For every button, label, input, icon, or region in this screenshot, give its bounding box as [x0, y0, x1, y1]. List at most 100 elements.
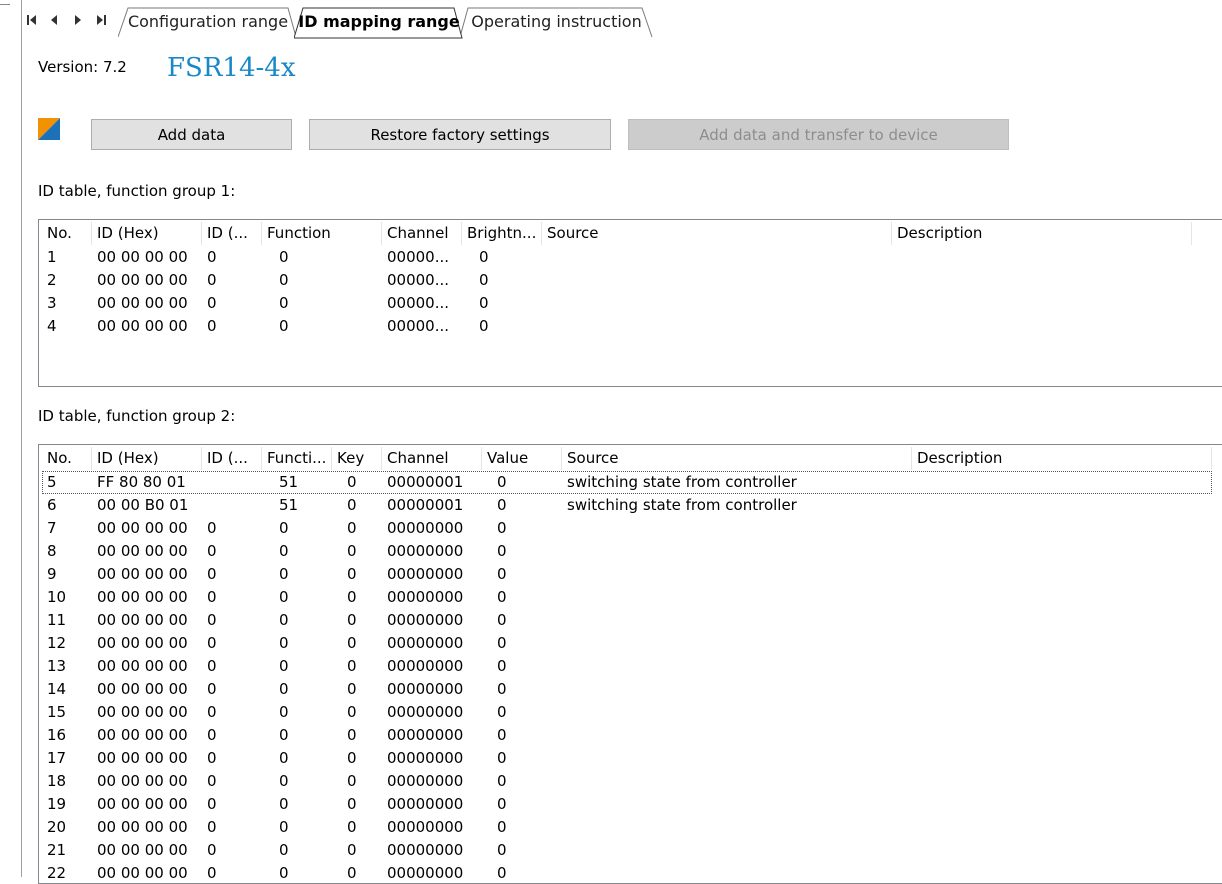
cell-key: 0: [347, 795, 357, 813]
cell-id-hex: 00 00 00 00: [97, 795, 188, 813]
header-col-function[interactable]: Function: [262, 222, 382, 245]
tab-label: Operating instruction: [471, 12, 642, 31]
cell-no: 14: [47, 680, 67, 698]
header-col-id-hex[interactable]: ID (Hex): [92, 222, 202, 245]
header-col-no[interactable]: No.: [42, 447, 92, 470]
table-row[interactable]: 9 00 00 00 00 0 0 0 00000000 0: [42, 563, 1212, 586]
table-row[interactable]: 4 00 00 00 00 0 0 00000... 0: [42, 315, 1212, 338]
cell-key: 0: [347, 841, 357, 859]
cell-value: 0: [497, 841, 507, 859]
cell-value: 0: [497, 473, 507, 491]
header-col-function[interactable]: Functi...: [262, 447, 332, 470]
cell-id-type: 0: [207, 248, 217, 266]
header-col-brightness[interactable]: Brightn...: [462, 222, 542, 245]
header-col-id-hex[interactable]: ID (Hex): [92, 447, 202, 470]
table-row[interactable]: 16 00 00 00 00 0 0 0 00000000 0: [42, 724, 1212, 747]
cell-value: 0: [497, 818, 507, 836]
cell-value: 0: [497, 588, 507, 606]
cell-channel: 00000...: [387, 271, 450, 289]
last-page-icon[interactable]: [91, 10, 111, 30]
add-data-button[interactable]: Add data: [91, 119, 292, 150]
header-col-id-type[interactable]: ID (...: [202, 447, 262, 470]
cell-channel: 00000000: [387, 772, 464, 790]
cell-id-hex: 00 00 00 00: [97, 726, 188, 744]
cell-value: 0: [497, 519, 507, 537]
table-row[interactable]: 21 00 00 00 00 0 0 0 00000000 0: [42, 839, 1212, 862]
tab-configuration-range[interactable]: Configuration range: [118, 7, 298, 38]
table-row[interactable]: 18 00 00 00 00 0 0 0 00000000 0: [42, 770, 1212, 793]
table-row[interactable]: 19 00 00 00 00 0 0 0 00000000 0: [42, 793, 1212, 816]
table-row[interactable]: 17 00 00 00 00 0 0 0 00000000 0: [42, 747, 1212, 770]
header-col-source[interactable]: Source: [542, 222, 892, 245]
group2-label: ID table, function group 2:: [38, 407, 236, 425]
header-col-description[interactable]: Description: [892, 222, 1192, 245]
header-col-description[interactable]: Description: [912, 447, 1212, 470]
restore-factory-settings-button[interactable]: Restore factory settings: [309, 119, 611, 150]
cell-id-hex: 00 00 00 00: [97, 657, 188, 675]
table-row[interactable]: 13 00 00 00 00 0 0 0 00000000 0: [42, 655, 1212, 678]
header-col-key[interactable]: Key: [332, 447, 382, 470]
first-page-icon[interactable]: [22, 10, 42, 30]
table-row[interactable]: 12 00 00 00 00 0 0 0 00000000 0: [42, 632, 1212, 655]
cell-id-type: 0: [207, 565, 217, 583]
id-table-group-2[interactable]: No. ID (Hex) ID (... Functi... Key Channel Val…: [38, 444, 1222, 884]
cell-id-hex: 00 00 00 00: [97, 519, 188, 537]
cell-function: 0: [279, 841, 289, 859]
cell-value: 0: [497, 864, 507, 882]
cell-value: 0: [497, 542, 507, 560]
cell-id-hex: 00 00 00 00: [97, 818, 188, 836]
table-row[interactable]: 2 00 00 00 00 0 0 00000... 0: [42, 269, 1212, 292]
cell-value: 0: [497, 496, 507, 514]
cell-value: 0: [497, 795, 507, 813]
header-col-channel[interactable]: Channel: [382, 222, 462, 245]
cell-function: 0: [279, 680, 289, 698]
cell-id-hex: 00 00 00 00: [97, 634, 188, 652]
cell-channel: 00000000: [387, 680, 464, 698]
cell-no: 9: [47, 565, 57, 583]
table-row[interactable]: 1 00 00 00 00 0 0 00000... 0: [42, 246, 1212, 269]
cell-no: 8: [47, 542, 57, 560]
cell-key: 0: [347, 657, 357, 675]
next-icon[interactable]: [68, 10, 88, 30]
cell-value: 0: [497, 634, 507, 652]
cell-function: 51: [279, 473, 299, 491]
cell-no: 2: [47, 271, 57, 289]
cell-id-hex: 00 00 00 00: [97, 542, 188, 560]
cell-key: 0: [347, 473, 357, 491]
tab-id-mapping-range[interactable]: ID mapping range: [294, 7, 464, 39]
table-row[interactable]: 14 00 00 00 00 0 0 0 00000000 0: [42, 678, 1212, 701]
cell-value: 0: [497, 611, 507, 629]
table-row[interactable]: 22 00 00 00 00 0 0 0 00000000 0: [42, 862, 1212, 883]
table-row[interactable]: 5 FF 80 80 01 51 0 00000001 0 switching state …: [42, 471, 1212, 494]
cell-key: 0: [347, 726, 357, 744]
tab-operating-instruction[interactable]: Operating instruction: [460, 7, 653, 38]
header-col-no[interactable]: No.: [42, 222, 92, 245]
eltako-logo-icon: [38, 118, 60, 140]
cell-channel: 00000000: [387, 703, 464, 721]
cell-id-hex: 00 00 00 00: [97, 680, 188, 698]
header-col-source[interactable]: Source: [562, 447, 912, 470]
previous-icon[interactable]: [44, 10, 64, 30]
table-row[interactable]: 20 00 00 00 00 0 0 0 00000000 0: [42, 816, 1212, 839]
table-row[interactable]: 7 00 00 00 00 0 0 0 00000000 0: [42, 517, 1212, 540]
cell-channel: 00000000: [387, 864, 464, 882]
table-row[interactable]: 8 00 00 00 00 0 0 0 00000000 0: [42, 540, 1212, 563]
cell-channel: 00000000: [387, 657, 464, 675]
cell-no: 7: [47, 519, 57, 537]
table-row[interactable]: 6 00 00 B0 01 51 0 00000001 0 switching state …: [42, 494, 1212, 517]
table-row[interactable]: 15 00 00 00 00 0 0 0 00000000 0: [42, 701, 1212, 724]
header-col-id-type[interactable]: ID (...: [202, 222, 262, 245]
table-row[interactable]: 11 00 00 00 00 0 0 0 00000000 0: [42, 609, 1212, 632]
cell-function: 0: [279, 294, 289, 312]
id-table-group-1[interactable]: No. ID (Hex) ID (... Function Channel Brightn…: [38, 219, 1222, 387]
header-col-value[interactable]: Value: [482, 447, 562, 470]
table-row[interactable]: 10 00 00 00 00 0 0 0 00000000 0: [42, 586, 1212, 609]
cell-id-hex: 00 00 00 00: [97, 248, 188, 266]
table-header: No. ID (Hex) ID (... Functi... Key Channel Val…: [42, 447, 1222, 470]
cell-function: 0: [279, 248, 289, 266]
cell-no: 10: [47, 588, 67, 606]
header-col-channel[interactable]: Channel: [382, 447, 482, 470]
cell-id-type: 0: [207, 611, 217, 629]
table-row[interactable]: 3 00 00 00 00 0 0 00000... 0: [42, 292, 1212, 315]
cell-key: 0: [347, 611, 357, 629]
